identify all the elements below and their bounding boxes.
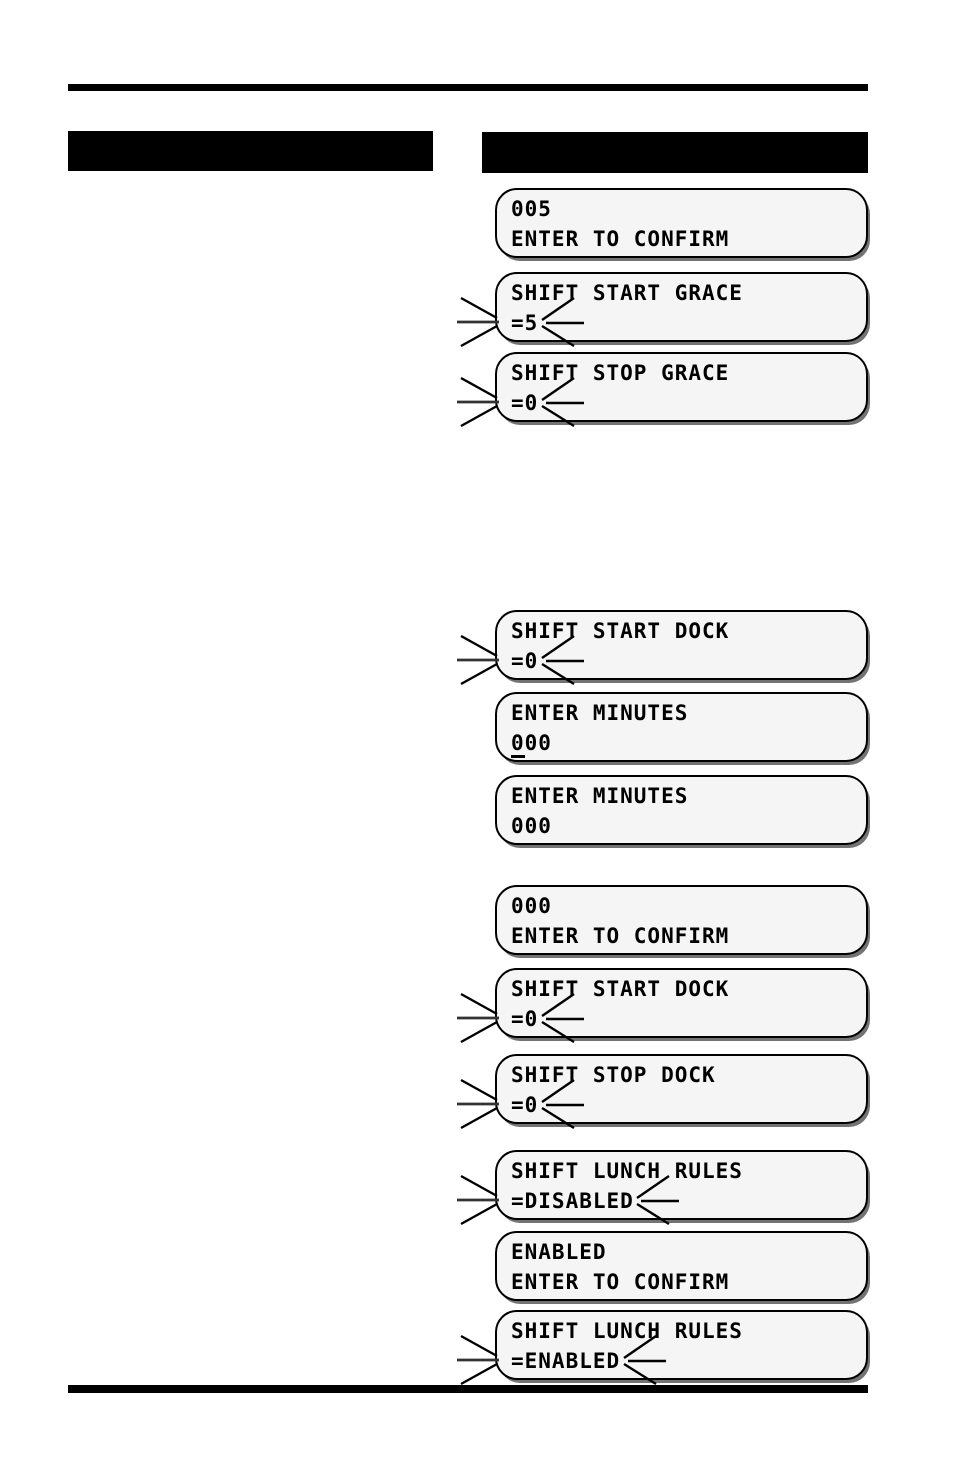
lcd-text-block: SHIFT START DOCK =0	[511, 616, 860, 676]
lcd-screen: SHIFT LUNCH RULES =ENABLED	[457, 1310, 868, 1386]
blink-rays-left-icon	[457, 1334, 517, 1386]
lcd-text-block: ENTER MINUTES 000	[511, 698, 860, 758]
lcd-screen: SHIFT START GRACE =5	[457, 272, 868, 348]
lcd-line-2: =0	[511, 649, 539, 673]
lcd-line-1: SHIFT LUNCH RULES	[511, 1159, 743, 1183]
lcd-screen: ENTER MINUTES 000	[495, 775, 868, 845]
lcd-line-1: 005	[511, 197, 552, 221]
lcd-line-1: SHIFT LUNCH RULES	[511, 1319, 743, 1343]
lcd-text-block: SHIFT STOP GRACE =0	[511, 358, 860, 418]
lcd-text-block: 005 ENTER TO CONFIRM	[511, 194, 860, 254]
lcd-screen: ENTER MINUTES 000	[495, 692, 868, 762]
lcd-screen: 005 ENTER TO CONFIRM	[495, 188, 868, 258]
lcd-line-2: =DISABLED	[511, 1189, 634, 1213]
lcd-screen: SHIFT START DOCK =0	[457, 610, 868, 686]
lcd-text-block: ENABLED ENTER TO CONFIRM	[511, 1237, 860, 1297]
lcd-line-2: 000	[511, 814, 552, 838]
lcd-line-1: SHIFT START DOCK	[511, 619, 730, 643]
lcd-screen: SHIFT STOP DOCK =0	[457, 1054, 868, 1130]
lcd-screen: 000 ENTER TO CONFIRM	[495, 885, 868, 955]
header-bar-right	[482, 132, 868, 173]
lcd-line-1: ENABLED	[511, 1240, 607, 1264]
lcd-text-block: SHIFT LUNCH RULES =DISABLED	[511, 1156, 860, 1216]
lcd-line-1: ENTER MINUTES	[511, 701, 689, 725]
lcd-line-1: SHIFT START DOCK	[511, 977, 730, 1001]
lcd-line-2: ENTER TO CONFIRM	[511, 227, 730, 251]
page-root: 005 ENTER TO CONFIRM SHIFT START GRACE =5 SH…	[0, 0, 954, 1475]
lcd-line-1: ENTER MINUTES	[511, 784, 689, 808]
blink-rays-left-icon	[457, 992, 517, 1044]
lcd-line-2: =5	[511, 311, 539, 335]
lcd-line-2: =0	[511, 391, 539, 415]
lcd-line-2: ENTER TO CONFIRM	[511, 924, 730, 948]
blink-rays-left-icon	[457, 1174, 517, 1226]
lcd-line-1: SHIFT STOP GRACE	[511, 361, 730, 385]
lcd-line-2: =0	[511, 1093, 539, 1117]
page-rule-top	[68, 84, 868, 91]
lcd-screen: SHIFT START DOCK =0	[457, 968, 868, 1044]
header-bar-left	[68, 131, 433, 171]
lcd-line-2: =ENABLED	[511, 1349, 621, 1373]
lcd-line-1: SHIFT STOP DOCK	[511, 1063, 716, 1087]
lcd-line-2: ENTER TO CONFIRM	[511, 1270, 730, 1294]
lcd-line-1: 000	[511, 894, 552, 918]
blink-rays-left-icon	[457, 1078, 517, 1130]
lcd-text-block: ENTER MINUTES 000	[511, 781, 860, 841]
lcd-text-block: SHIFT STOP DOCK =0	[511, 1060, 860, 1120]
lcd-text-block: SHIFT LUNCH RULES =ENABLED	[511, 1316, 860, 1376]
blink-rays-left-icon	[457, 296, 517, 348]
lcd-text-block: SHIFT START DOCK =0	[511, 974, 860, 1034]
blink-rays-left-icon	[457, 634, 517, 686]
lcd-screen: ENABLED ENTER TO CONFIRM	[495, 1231, 868, 1301]
lcd-line-2-with-cursor: 000	[511, 728, 552, 758]
lcd-line-2: =0	[511, 1007, 539, 1031]
lcd-screen: SHIFT LUNCH RULES =DISABLED	[457, 1150, 868, 1226]
blink-rays-left-icon	[457, 376, 517, 428]
lcd-line-1: SHIFT START GRACE	[511, 281, 743, 305]
lcd-text-block: SHIFT START GRACE =5	[511, 278, 860, 338]
page-rule-bottom	[68, 1385, 868, 1393]
lcd-screen: SHIFT STOP GRACE =0	[457, 352, 868, 428]
lcd-text-block: 000 ENTER TO CONFIRM	[511, 891, 860, 951]
